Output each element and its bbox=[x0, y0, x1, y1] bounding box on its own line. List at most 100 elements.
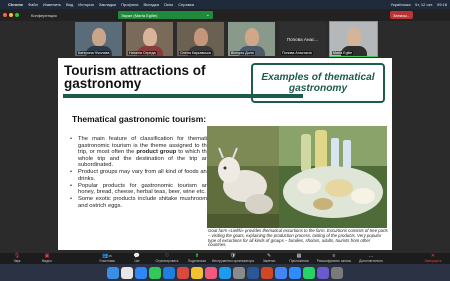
powerpoint-icon[interactable] bbox=[261, 266, 273, 279]
participant-tile[interactable]: Катерина Ніколаєв bbox=[74, 21, 123, 57]
screen-share-indicator[interactable]: Экран (Marta Egilte) ⌄ bbox=[118, 11, 213, 19]
audio-button[interactable]: 🎙 Звук bbox=[2, 254, 32, 264]
bullet-text: Product groups may vary from all kind of… bbox=[78, 169, 210, 182]
calendar-icon[interactable] bbox=[177, 266, 189, 279]
finder-icon[interactable] bbox=[107, 266, 119, 279]
photo-caption: Goat farm «Lielīši» provides thematical … bbox=[208, 228, 388, 248]
safari-icon[interactable] bbox=[135, 266, 147, 279]
participant-name: Катерина Ніколаєв bbox=[77, 51, 111, 55]
conference-title: Конференция bbox=[31, 12, 57, 18]
participant-name-large: Попова Анас... bbox=[286, 36, 319, 42]
participant-tile[interactable]: Попова Анас... Попова Анастасія bbox=[278, 21, 327, 57]
menubar-item[interactable]: Изменить bbox=[43, 2, 61, 7]
bullet-text: Some exotic products include shitake mus… bbox=[78, 196, 210, 209]
menubar-item[interactable]: Вкладка bbox=[144, 2, 159, 7]
participant-face bbox=[193, 28, 208, 46]
zoom-window-icon[interactable] bbox=[15, 13, 19, 17]
menubar-item[interactable]: Файл bbox=[28, 2, 38, 7]
launchpad-icon[interactable] bbox=[121, 266, 133, 279]
recording-button[interactable]: Записы... bbox=[390, 11, 414, 19]
toolbar-label: Завершить bbox=[424, 259, 442, 263]
settings-icon[interactable] bbox=[233, 266, 245, 279]
toolbar-label: Инструменты организатора bbox=[212, 259, 255, 263]
toolbar-label: Видео bbox=[42, 259, 52, 263]
toolbar-label: Расшифровать запись bbox=[316, 259, 352, 263]
meeting-toolbar: 🎙 Звук ▣ Видео 👥25 Участники 💬 Чат ♡ Отреагир… bbox=[0, 253, 450, 264]
participant-name: Наталія Середа bbox=[128, 51, 157, 55]
participant-tile-active[interactable]: Marta Egilte bbox=[329, 21, 378, 57]
participant-name: Вікторія Доля bbox=[230, 51, 255, 55]
video-button[interactable]: ▣ Видео bbox=[32, 254, 62, 264]
slide-highlight-box: Examples of thematical gastronomy bbox=[251, 63, 385, 103]
mac-menubar: Chrome Файл Изменить Вид История Закладк… bbox=[0, 0, 450, 9]
music-icon[interactable] bbox=[205, 266, 217, 279]
react-button[interactable]: ♡ Отреагировать bbox=[152, 254, 182, 264]
notes-button[interactable]: ✎ Заметки bbox=[254, 254, 284, 264]
food-table-photo bbox=[279, 126, 387, 228]
window-controls bbox=[3, 13, 19, 17]
menubar-item[interactable]: Вид bbox=[66, 2, 73, 7]
toolbar-label: Звук bbox=[13, 259, 21, 263]
minimize-window-icon[interactable] bbox=[9, 13, 13, 17]
menubar-item[interactable]: Закладки bbox=[99, 2, 116, 7]
goat-photo bbox=[207, 126, 279, 228]
menubar-item[interactable]: Справка bbox=[178, 2, 194, 7]
toolbar-label: Участники bbox=[99, 259, 115, 263]
zoom-title-bar: Конференция Экран (Marta Egilte) ⌄ Запис… bbox=[0, 9, 450, 21]
close-window-icon[interactable] bbox=[3, 13, 7, 17]
notes-app-icon[interactable] bbox=[191, 266, 203, 279]
chrome-icon[interactable] bbox=[275, 266, 287, 279]
bullet-text: Popular products for gastronomic tourism… bbox=[78, 182, 210, 196]
menubar-item[interactable]: Окно bbox=[164, 2, 173, 7]
more-button[interactable]: … Дополнительно bbox=[354, 254, 388, 264]
chat-button[interactable]: 💬 Чат bbox=[122, 254, 152, 264]
toolbar-label: Заметки bbox=[262, 259, 276, 263]
participant-face bbox=[142, 28, 157, 46]
slide-bullet: The main feature of classification for t… bbox=[70, 136, 210, 169]
trash-icon[interactable] bbox=[331, 266, 343, 279]
toolbar-label: Поделиться bbox=[187, 259, 207, 263]
menubar-date[interactable]: Чт, 12 окт. bbox=[415, 2, 433, 7]
menubar-item[interactable]: Профили bbox=[121, 2, 138, 7]
toolbar-label: Приложения bbox=[289, 259, 309, 263]
zoom-icon[interactable] bbox=[289, 266, 301, 279]
participant-face bbox=[244, 28, 259, 46]
participants-count: 25 bbox=[108, 254, 112, 258]
participant-tile[interactable]: Наталія Середа bbox=[125, 21, 174, 57]
slide-title: Tourism attractions of gastronomy bbox=[64, 63, 206, 91]
participants-button[interactable]: 👥25 Участники bbox=[92, 254, 122, 264]
mail-icon[interactable] bbox=[163, 266, 175, 279]
participant-face bbox=[91, 28, 106, 46]
app-store-icon[interactable] bbox=[219, 266, 231, 279]
presentation-slide: Tourism attractions of gastronomy Exampl… bbox=[58, 58, 392, 250]
participant-name: Marta Egilte bbox=[332, 51, 354, 55]
participant-name: Олена Каркавська bbox=[179, 51, 212, 55]
toolbar-label: Отреагировать bbox=[155, 259, 179, 263]
goat-illustration bbox=[207, 126, 279, 228]
apps-button[interactable]: ▦ Приложения bbox=[284, 254, 314, 264]
participant-face bbox=[346, 28, 361, 46]
slide-bullet: Some exotic products include shitake mus… bbox=[70, 196, 210, 209]
slide-bullet: Popular products for gastronomic tourism… bbox=[70, 183, 210, 196]
word-icon[interactable] bbox=[247, 266, 259, 279]
participant-tile[interactable]: Вікторія Доля bbox=[227, 21, 276, 57]
mac-dock bbox=[0, 264, 450, 281]
menubar-item[interactable]: История bbox=[78, 2, 94, 7]
toolbar-label: Чат bbox=[134, 259, 140, 263]
transcript-button[interactable]: ≡ Расшифровать запись bbox=[314, 254, 354, 264]
bullet-bold-text: product group bbox=[136, 149, 177, 155]
food-illustration bbox=[279, 126, 387, 228]
messages-icon[interactable] bbox=[149, 266, 161, 279]
language-indicator[interactable]: Українська bbox=[391, 2, 411, 7]
slide-bullet-list: The main feature of classification for t… bbox=[70, 136, 210, 210]
whatsapp-icon[interactable] bbox=[303, 266, 315, 279]
end-meeting-button[interactable]: ✕ Завершить bbox=[418, 254, 448, 264]
participant-tile[interactable]: Олена Каркавська bbox=[176, 21, 225, 57]
host-tools-button[interactable]: 🛡 Инструменты организатора bbox=[212, 254, 255, 264]
chevron-down-icon[interactable]: ⌄ bbox=[206, 12, 210, 18]
menubar-time[interactable]: 09:18 bbox=[437, 2, 447, 7]
menubar-app-name[interactable]: Chrome bbox=[8, 2, 23, 7]
viber-icon[interactable] bbox=[317, 266, 329, 279]
share-button[interactable]: ⬆ Поделиться bbox=[182, 254, 212, 264]
participants-strip: Катерина Ніколаєв Наталія Середа Олена К… bbox=[74, 21, 378, 57]
